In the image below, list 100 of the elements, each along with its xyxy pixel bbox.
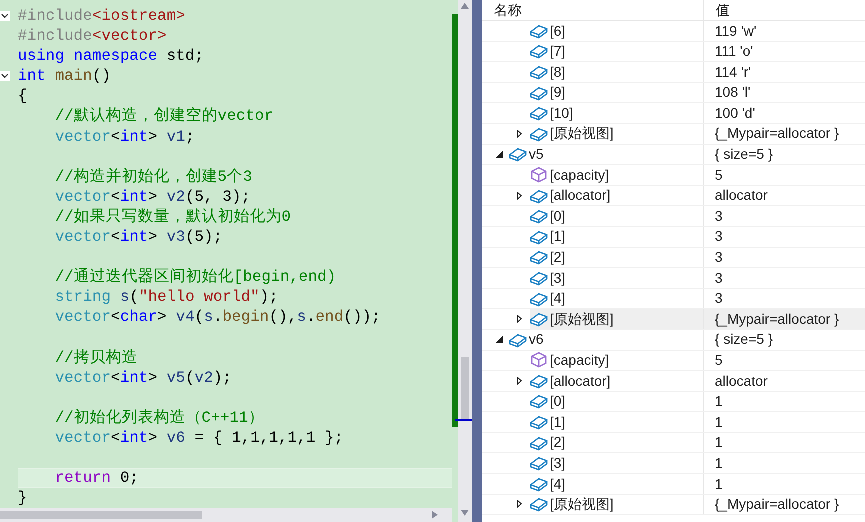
watch-row[interactable]: [allocator] allocator bbox=[530, 186, 865, 206]
watch-row[interactable]: v6 { size=5 } bbox=[509, 330, 865, 350]
field-icon bbox=[530, 434, 548, 451]
variable-value: 114 'r' bbox=[714, 62, 752, 82]
code-line: using namespace std; bbox=[18, 46, 206, 66]
variable-value: 108 'l' bbox=[714, 83, 751, 102]
field-icon bbox=[530, 105, 548, 122]
scroll-right-icon[interactable] bbox=[432, 511, 438, 520]
watch-row[interactable]: [1] 1 bbox=[530, 412, 865, 432]
expanded-arrow-icon[interactable] bbox=[496, 336, 503, 344]
variable-name: [0] bbox=[550, 392, 566, 412]
watch-row[interactable]: [10] 100 'd' bbox=[530, 103, 865, 123]
code-line: vector<int> v5(v2); bbox=[54, 368, 233, 388]
watch-row[interactable]: [0] 3 bbox=[530, 206, 865, 226]
variable-name: [capacity] bbox=[550, 351, 610, 370]
field-icon bbox=[530, 455, 548, 472]
variable-value: 1 bbox=[714, 392, 723, 412]
variable-name: [原始视图] bbox=[550, 495, 614, 514]
code-line: int main() bbox=[18, 66, 112, 86]
variable-value: 3 bbox=[714, 268, 723, 288]
watch-row[interactable]: [3] 1 bbox=[530, 453, 865, 474]
variable-name: [10] bbox=[550, 104, 574, 123]
scrollbar-thumb[interactable] bbox=[461, 357, 469, 419]
code-line: vector<int> v6 = { 1,1,1,1,1 }; bbox=[54, 428, 345, 448]
variable-name: v5 bbox=[529, 145, 544, 164]
variable-value: {_Mypair=allocator } bbox=[714, 495, 840, 514]
field-icon bbox=[530, 496, 548, 512]
collapsed-arrow-icon[interactable] bbox=[517, 376, 522, 385]
collapsed-arrow-icon[interactable] bbox=[517, 130, 522, 138]
code-line: vector<char> v4(s.begin(),s.end()); bbox=[54, 307, 382, 328]
watch-row[interactable]: [原始视图] {_Mypair=allocator } bbox=[530, 309, 865, 329]
field-icon bbox=[530, 290, 548, 307]
field-icon bbox=[530, 43, 548, 60]
code-line: //如果只写数量，默认初始化为0 bbox=[54, 206, 292, 228]
code-line: #include<iostream> bbox=[18, 6, 186, 26]
variable-value: {_Mypair=allocator } bbox=[714, 310, 840, 329]
field-icon bbox=[530, 311, 548, 328]
variable-value: allocator bbox=[714, 186, 768, 206]
code-line: string s("hello world"); bbox=[54, 287, 280, 308]
column-header[interactable]: 名称 bbox=[482, 0, 704, 20]
variable-name: [1] bbox=[550, 227, 566, 246]
watch-row[interactable]: v5 { size=5 } bbox=[509, 144, 865, 164]
field-icon bbox=[530, 84, 548, 101]
field-icon bbox=[509, 332, 527, 348]
watch-row[interactable]: [8] 114 'r' bbox=[530, 62, 865, 82]
watch-row[interactable]: [allocator] allocator bbox=[530, 371, 865, 391]
variable-name: [4] bbox=[550, 474, 566, 494]
variable-value: { size=5 } bbox=[714, 145, 773, 164]
field-icon bbox=[530, 22, 548, 39]
field-icon bbox=[530, 228, 548, 245]
code-line: { bbox=[18, 86, 28, 106]
code-line: //初始化列表构造（C++11） bbox=[54, 408, 266, 428]
variable-value: allocator bbox=[714, 372, 768, 391]
watch-row[interactable]: [0] 1 bbox=[530, 392, 865, 412]
variable-value: 111 'o' bbox=[714, 42, 754, 62]
watch-row[interactable]: [7] 111 'o' bbox=[530, 42, 865, 62]
code-line: vector<int> v3(5); bbox=[54, 227, 224, 248]
variable-value: { size=5 } bbox=[714, 330, 773, 350]
expanded-arrow-icon[interactable] bbox=[496, 150, 503, 158]
watch-row[interactable]: [4] 1 bbox=[530, 474, 865, 494]
watch-row[interactable]: [1] 3 bbox=[530, 226, 865, 247]
variable-value: 3 bbox=[714, 206, 723, 226]
variable-name: [3] bbox=[550, 268, 566, 288]
collapse-icon[interactable] bbox=[0, 71, 10, 82]
field-icon bbox=[530, 270, 548, 286]
code-line: vector<int> v2(5, 3); bbox=[54, 186, 252, 207]
watch-row[interactable]: [4] 3 bbox=[530, 288, 865, 308]
code-line: //拷贝构造 bbox=[54, 348, 139, 368]
variable-name: [原始视图] bbox=[550, 310, 614, 329]
variable-value: 3 bbox=[714, 248, 723, 268]
variable-name: [3] bbox=[550, 454, 566, 473]
watch-row[interactable]: [原始视图] {_Mypair=allocator } bbox=[530, 494, 865, 514]
watch-row[interactable]: [2] 1 bbox=[530, 432, 865, 452]
scroll-down-icon[interactable] bbox=[461, 510, 469, 516]
watch-row[interactable]: [6] 119 'w' bbox=[530, 21, 865, 41]
variable-name: [allocator] bbox=[550, 186, 611, 206]
variable-name: [原始视图] bbox=[550, 124, 614, 144]
variable-value: 3 bbox=[714, 227, 723, 246]
collapsed-arrow-icon[interactable] bbox=[517, 192, 522, 200]
column-header[interactable]: 值 bbox=[704, 0, 865, 20]
code-line: //通过迭代器区间初始化[begin,end) bbox=[54, 267, 338, 288]
variable-name: [8] bbox=[550, 62, 566, 82]
collapsed-arrow-icon[interactable] bbox=[517, 500, 522, 508]
variable-name: [capacity] bbox=[550, 166, 610, 185]
watch-row[interactable]: [原始视图] {_Mypair=allocator } bbox=[530, 124, 865, 144]
collapsed-arrow-icon[interactable] bbox=[517, 315, 522, 324]
watch-row[interactable]: [capacity] 5 bbox=[530, 350, 865, 370]
watch-row[interactable]: [2] 3 bbox=[530, 248, 865, 268]
field-icon bbox=[530, 476, 548, 492]
variable-value: 119 'w' bbox=[714, 22, 757, 40]
watch-row[interactable]: [capacity] 5 bbox=[530, 165, 865, 185]
field-icon bbox=[530, 372, 548, 389]
variable-value: 3 bbox=[714, 289, 723, 308]
watch-row[interactable]: [3] 3 bbox=[530, 268, 865, 288]
watch-row[interactable]: [9] 108 'l' bbox=[530, 82, 865, 102]
collapse-icon[interactable] bbox=[0, 11, 10, 22]
variable-name: [4] bbox=[550, 289, 566, 308]
scrollbar-thumb[interactable] bbox=[0, 511, 202, 520]
cube-icon bbox=[530, 352, 548, 368]
scroll-up-icon[interactable] bbox=[461, 3, 469, 9]
